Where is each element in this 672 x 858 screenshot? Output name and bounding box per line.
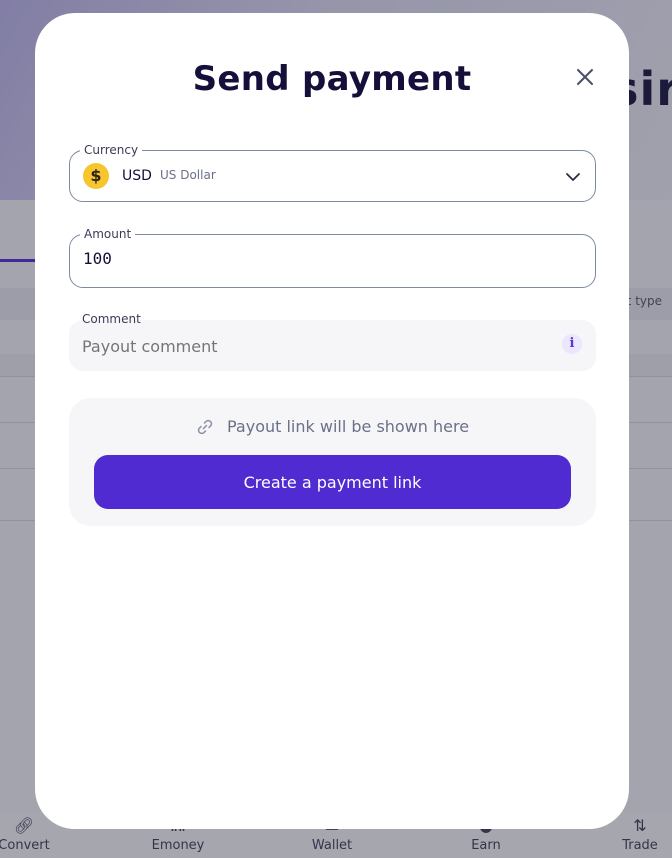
payout-link-panel: Payout link will be shown here Create a … [69, 398, 596, 526]
send-payment-modal: Send payment Currency $ USD US Dollar Am… [35, 13, 629, 829]
payout-link-placeholder: Payout link will be shown here [69, 416, 596, 438]
info-icon[interactable]: i [562, 334, 582, 354]
close-icon [577, 69, 593, 85]
dollar-coin-icon: $ [83, 163, 109, 189]
chevron-down-icon [566, 173, 580, 181]
payout-link-text: Payout link will be shown here [226, 417, 470, 436]
comment-input[interactable] [82, 337, 542, 356]
currency-select[interactable]: Currency $ USD US Dollar [69, 142, 596, 202]
modal-title: Send payment [192, 59, 472, 99]
link-icon [197, 419, 213, 434]
amount-field-container: Amount [69, 226, 596, 288]
amount-input[interactable] [83, 249, 563, 268]
currency-name: US Dollar [160, 168, 216, 182]
close-button[interactable] [571, 63, 599, 91]
comment-field-container: Comment i [69, 312, 596, 371]
comment-label: Comment [82, 312, 141, 326]
currency-code: USD [122, 168, 152, 184]
currency-label: Currency [80, 142, 143, 158]
create-payment-link-button[interactable]: Create a payment link [94, 455, 571, 509]
amount-label: Amount [80, 226, 136, 242]
